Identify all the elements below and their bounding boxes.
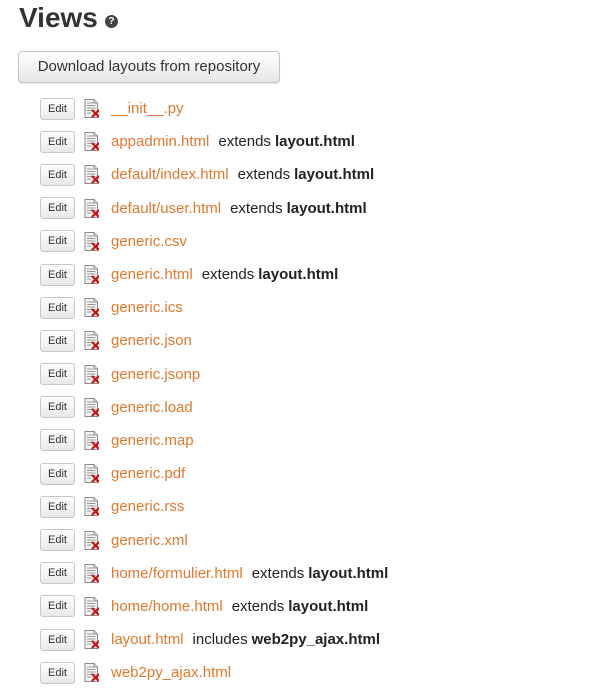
edit-button[interactable]: Edit <box>40 495 75 518</box>
view-file-link[interactable]: generic.rss <box>111 498 184 515</box>
delete-file-icon[interactable] <box>84 265 99 285</box>
view-row: Edit generic.xml <box>40 523 388 556</box>
view-row: Edit layout.html includes web2py_ajax.html <box>40 623 388 656</box>
relation-target: layout.html <box>308 564 389 582</box>
view-file-link[interactable]: generic.xml <box>111 532 188 549</box>
edit-button[interactable]: Edit <box>40 163 75 186</box>
edit-button[interactable]: Edit <box>40 329 75 352</box>
view-row: Edit generic.html extends layout.html <box>40 258 388 291</box>
relation-label: extends <box>237 166 291 184</box>
view-row: Edit generic.load <box>40 391 388 424</box>
relation-target: web2py_ajax.html <box>251 631 380 649</box>
relation-target: layout.html <box>274 133 355 151</box>
edit-button[interactable]: Edit <box>40 230 75 253</box>
view-row: Edit web2py_ajax.html <box>40 656 388 689</box>
view-file-link[interactable]: __init__.py <box>111 100 184 117</box>
views-page: Views ? Download layouts from repository… <box>0 0 603 693</box>
delete-file-icon[interactable] <box>84 430 99 450</box>
view-row: Edit generic.pdf <box>40 457 388 490</box>
view-row: Edit generic.csv <box>40 225 388 258</box>
view-row: Edit appadmin.html extends layout.html <box>40 125 388 158</box>
delete-file-icon[interactable] <box>84 596 99 616</box>
view-row: Edit __init__.py <box>40 92 388 125</box>
view-file-link[interactable]: default/index.html <box>111 166 229 183</box>
edit-button[interactable]: Edit <box>40 562 75 585</box>
delete-file-icon[interactable] <box>84 630 99 650</box>
delete-file-icon[interactable] <box>84 331 99 351</box>
view-row: Edit default/index.html extends layout.html <box>40 158 388 191</box>
edit-button[interactable]: Edit <box>40 130 75 153</box>
view-file-link[interactable]: generic.ics <box>111 299 183 316</box>
views-list: Edit __init__.py Edit appadmin.html extends l… <box>40 92 388 689</box>
delete-file-icon[interactable] <box>84 397 99 417</box>
view-file-link[interactable]: generic.json <box>111 332 192 349</box>
relation-target: layout.html <box>294 166 375 184</box>
relation-label: extends <box>230 199 283 217</box>
edit-button[interactable]: Edit <box>40 263 75 286</box>
view-file-link[interactable]: default/user.html <box>111 200 221 217</box>
edit-button[interactable]: Edit <box>40 462 75 485</box>
relation-label: includes <box>192 631 248 649</box>
delete-file-icon[interactable] <box>84 132 99 152</box>
view-file-link[interactable]: home/home.html <box>111 598 223 615</box>
view-row: Edit generic.map <box>40 424 388 457</box>
views-header: Views ? <box>19 2 118 34</box>
delete-file-icon[interactable] <box>84 198 99 218</box>
relation-label: extends <box>201 266 255 284</box>
edit-button[interactable]: Edit <box>40 396 75 419</box>
view-row: Edit generic.rss <box>40 490 388 523</box>
edit-button[interactable]: Edit <box>40 429 75 452</box>
delete-file-icon[interactable] <box>84 99 99 119</box>
delete-file-icon[interactable] <box>84 663 99 683</box>
view-file-link[interactable]: generic.pdf <box>111 465 185 482</box>
edit-button[interactable]: Edit <box>40 197 75 220</box>
delete-file-icon[interactable] <box>84 530 99 550</box>
view-row: Edit home/home.html extends layout.html <box>40 590 388 623</box>
edit-button[interactable]: Edit <box>40 661 75 684</box>
view-file-link[interactable]: generic.load <box>111 399 193 416</box>
edit-button[interactable]: Edit <box>40 363 75 386</box>
download-layouts-button[interactable]: Download layouts from repository <box>18 51 280 83</box>
view-file-link[interactable]: generic.map <box>111 432 194 449</box>
delete-file-icon[interactable] <box>84 298 99 318</box>
relation-label: extends <box>218 133 271 151</box>
view-row: Edit generic.json <box>40 324 388 357</box>
view-file-link[interactable]: generic.csv <box>111 233 187 250</box>
view-file-link[interactable]: home/formulier.html <box>111 565 243 582</box>
relation-target: layout.html <box>288 597 369 615</box>
delete-file-icon[interactable] <box>84 231 99 251</box>
view-file-link[interactable]: layout.html <box>111 631 184 648</box>
edit-button[interactable]: Edit <box>40 628 75 651</box>
view-file-link[interactable]: generic.html <box>111 266 193 283</box>
view-row: Edit generic.ics <box>40 291 388 324</box>
relation-target: layout.html <box>258 266 339 284</box>
view-row: Edit home/formulier.html extends layout.htm… <box>40 557 388 590</box>
edit-button[interactable]: Edit <box>40 97 75 120</box>
relation-label: extends <box>251 564 305 582</box>
relation-target: layout.html <box>286 199 367 217</box>
page-title: Views <box>19 2 98 33</box>
delete-file-icon[interactable] <box>84 563 99 583</box>
delete-file-icon[interactable] <box>84 464 99 484</box>
delete-file-icon[interactable] <box>84 165 99 185</box>
edit-button[interactable]: Edit <box>40 529 75 552</box>
question-circle-icon[interactable]: ? <box>104 14 118 28</box>
delete-file-icon[interactable] <box>84 497 99 517</box>
edit-button[interactable]: Edit <box>40 296 75 319</box>
delete-file-icon[interactable] <box>84 364 99 384</box>
relation-label: extends <box>231 597 285 615</box>
edit-button[interactable]: Edit <box>40 595 75 618</box>
view-file-link[interactable]: appadmin.html <box>111 133 209 150</box>
view-file-link[interactable]: web2py_ajax.html <box>111 664 231 681</box>
view-row: Edit generic.jsonp <box>40 358 388 391</box>
view-file-link[interactable]: generic.jsonp <box>111 366 200 383</box>
view-row: Edit default/user.html extends layout.html <box>40 192 388 225</box>
